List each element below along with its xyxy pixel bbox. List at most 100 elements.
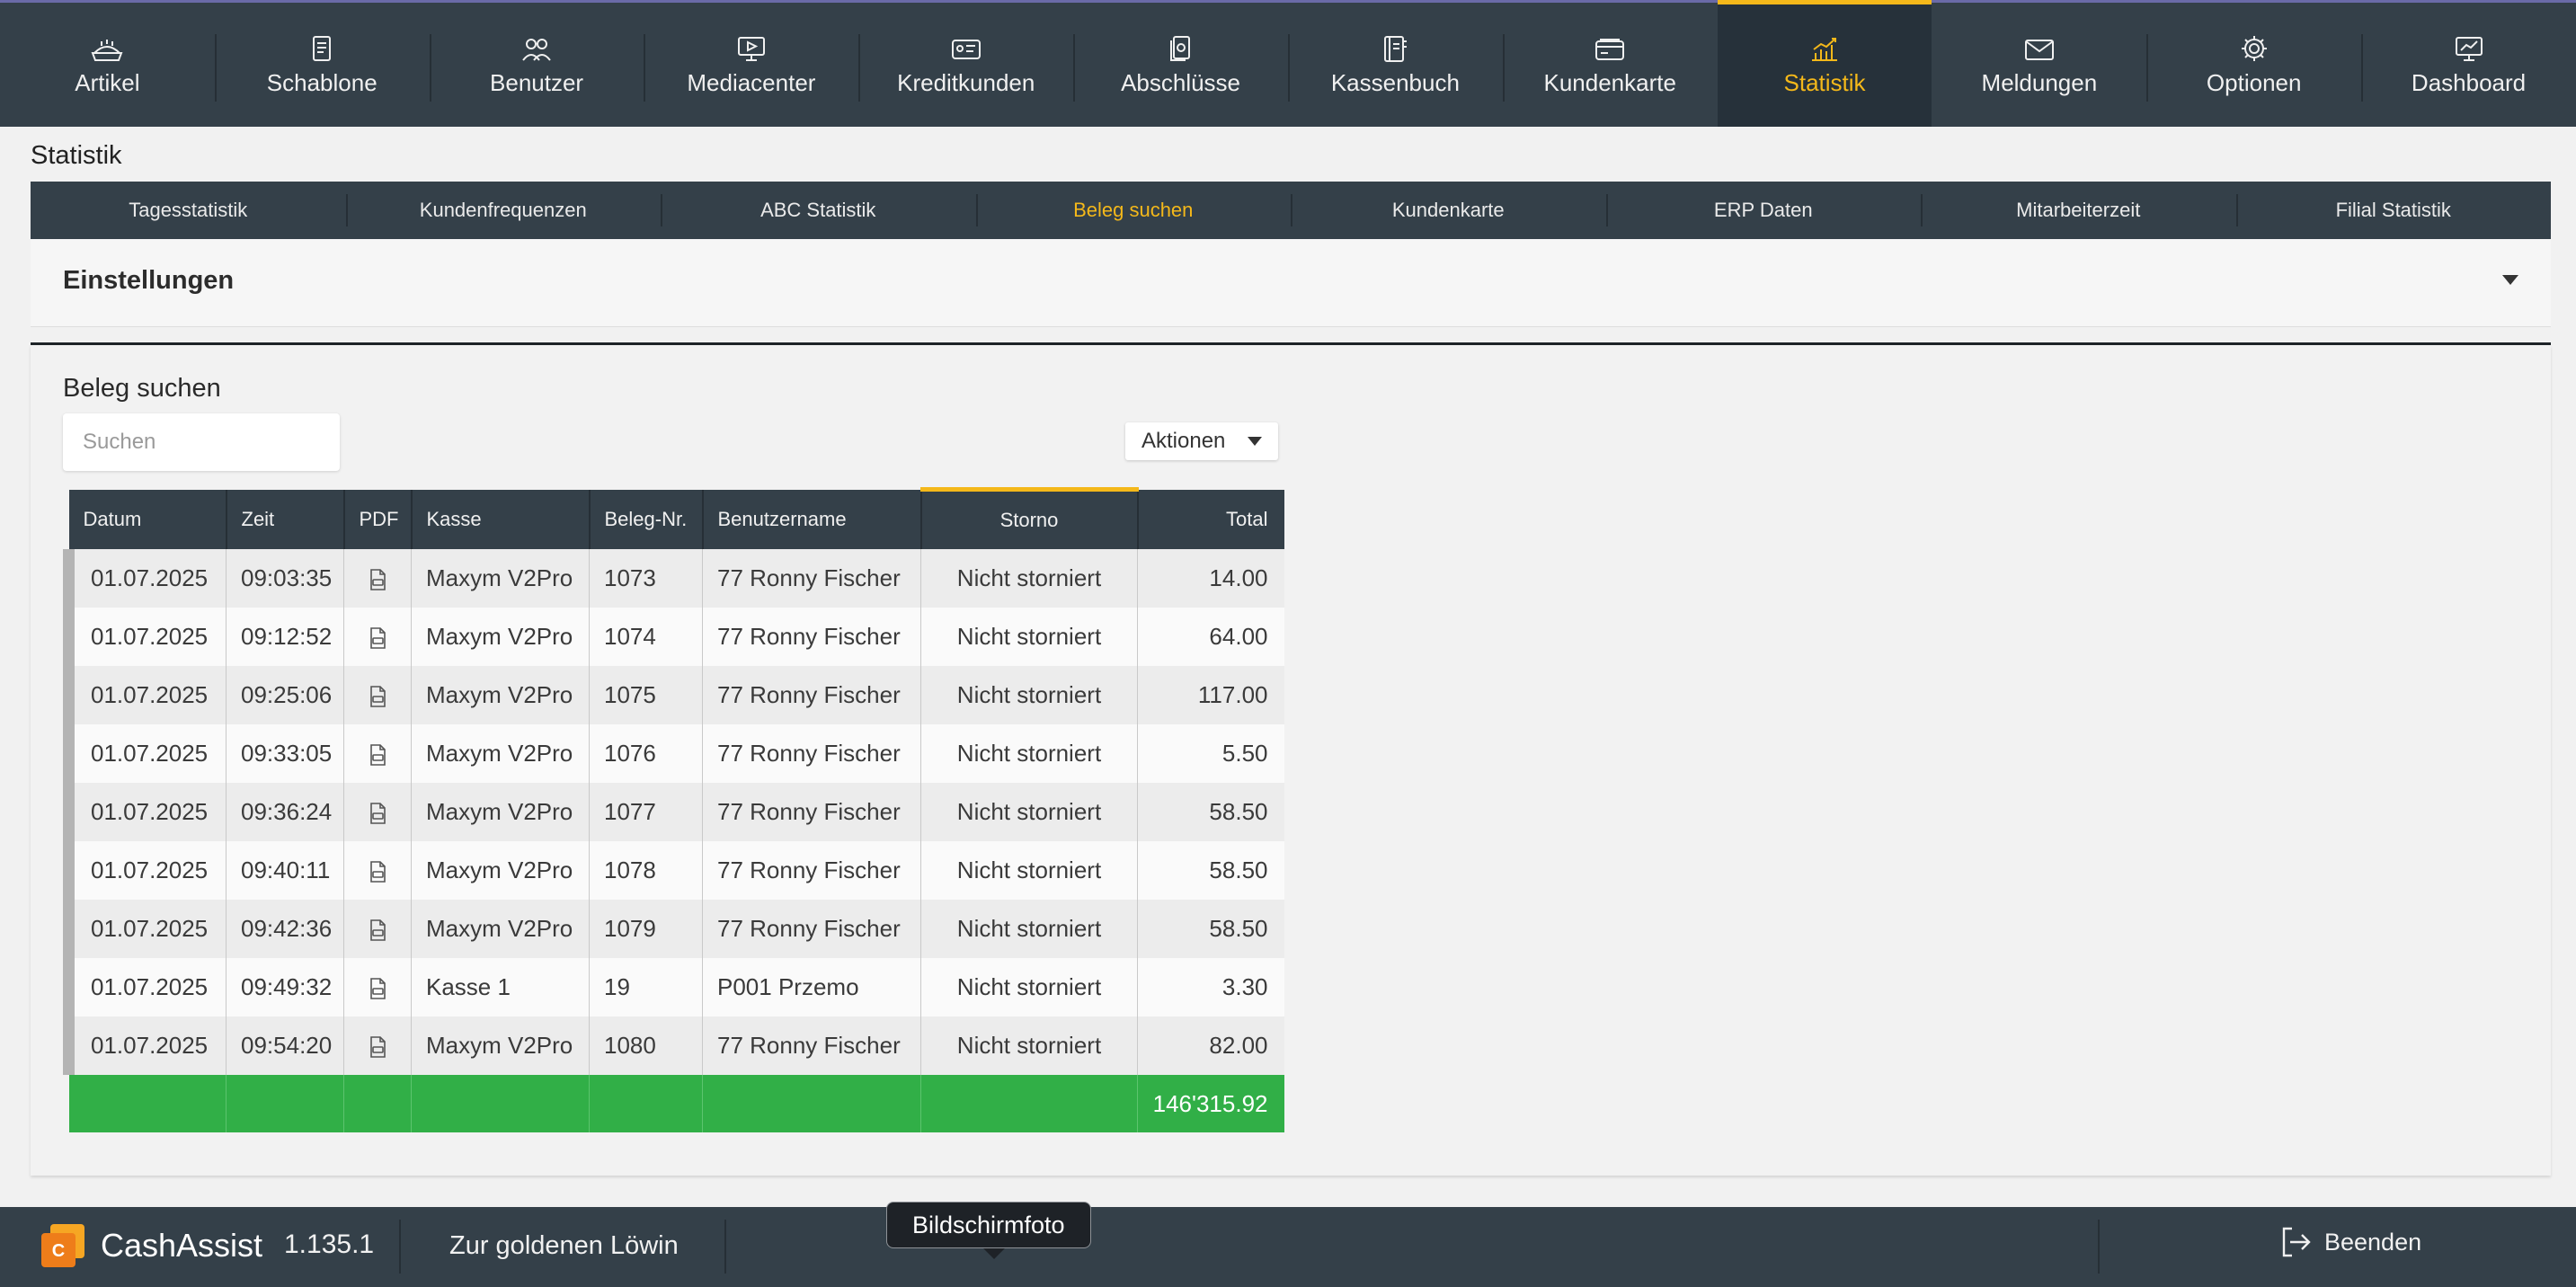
pdf-icon[interactable] — [343, 666, 412, 724]
documents-icon — [1163, 33, 1199, 64]
table-row[interactable]: 01.07.2025 09:40:11 Maxym V2Pro 1078 77 Ronn… — [63, 841, 1284, 900]
nav-item-artikel[interactable]: Artikel — [0, 3, 215, 127]
nav-item-label: Schablone — [266, 68, 378, 96]
pdf-icon[interactable] — [343, 783, 412, 841]
table-row[interactable]: 01.07.2025 09:12:52 Maxym V2Pro 1074 77 Ronn… — [63, 608, 1284, 666]
tab-tagesstatistik[interactable]: Tagesstatistik — [31, 182, 346, 239]
table-row[interactable]: 01.07.2025 09:54:20 Maxym V2Pro 1080 77 Ronn… — [63, 1016, 1284, 1075]
caret-down-icon — [1248, 437, 1262, 446]
nav-item-schablone[interactable]: Schablone — [214, 3, 430, 127]
svg-text:C: C — [52, 1241, 65, 1261]
nav-item-abschlüsse[interactable]: Abschlüsse — [1073, 3, 1288, 127]
cell-date: 01.07.2025 — [63, 724, 227, 783]
nav-item-benutzer[interactable]: Benutzer — [429, 3, 644, 127]
column-header-storno[interactable]: Storno — [919, 487, 1138, 549]
cell-storno: Nicht storniert — [920, 958, 1138, 1016]
table-row[interactable]: 01.07.2025 09:42:36 Maxym V2Pro 1079 77 Ronn… — [63, 900, 1284, 958]
exit-button[interactable]: Beenden — [2279, 1225, 2421, 1259]
cell-time: 09:33:05 — [226, 724, 344, 783]
total-empty-cell — [343, 1075, 412, 1132]
column-header-kasse[interactable]: Kasse — [410, 489, 590, 549]
tab-beleg-suchen[interactable]: Beleg suchen — [975, 182, 1292, 239]
receipts-table: Datum Zeit PDF Kasse Beleg-Nr. Benutzername St… — [63, 487, 1284, 1132]
cell-date: 01.07.2025 — [63, 783, 227, 841]
nav-item-label: Meldungen — [1981, 68, 2098, 96]
wallet-card-icon — [1592, 33, 1628, 64]
column-header-benutzername[interactable]: Benutzername — [701, 489, 921, 549]
cell-user: 77 Ronny Fischer — [702, 841, 921, 900]
nav-item-kreditkunden[interactable]: Kreditkunden — [858, 3, 1073, 127]
cashassist-logo-icon: C — [41, 1224, 84, 1267]
column-header-pdf[interactable]: PDF — [342, 489, 412, 549]
pdf-icon[interactable] — [343, 958, 412, 1016]
pdf-icon[interactable] — [343, 608, 412, 666]
cell-date: 01.07.2025 — [63, 666, 227, 724]
tab-filial-statistik[interactable]: Filial Statistik — [2235, 182, 2552, 239]
tab-kundenfrequenzen[interactable]: Kundenfrequenzen — [345, 182, 662, 239]
gear-icon — [2236, 33, 2272, 64]
table-row[interactable]: 01.07.2025 09:33:05 Maxym V2Pro 1076 77 Ronn… — [63, 724, 1284, 783]
nav-item-kassenbuch[interactable]: Kassenbuch — [1287, 3, 1503, 127]
pdf-icon[interactable] — [343, 900, 412, 958]
pdf-icon[interactable] — [343, 724, 412, 783]
cell-receipt-no: 19 — [589, 958, 703, 1016]
cell-user: 77 Ronny Fischer — [702, 900, 921, 958]
footer-separator — [2098, 1220, 2100, 1274]
column-header-datum[interactable]: Datum — [68, 489, 227, 549]
chart-icon — [1807, 33, 1843, 64]
cell-register: Maxym V2Pro — [411, 900, 590, 958]
tab-erp-daten[interactable]: ERP Daten — [1605, 182, 1922, 239]
tab-kundenkarte[interactable]: Kundenkarte — [1291, 182, 1606, 239]
search-input[interactable] — [63, 413, 340, 471]
pdf-icon[interactable] — [343, 549, 412, 608]
footer-separator — [399, 1220, 401, 1274]
actions-dropdown[interactable]: Aktionen — [1125, 422, 1278, 460]
cell-storno: Nicht storniert — [920, 1016, 1138, 1075]
tooltip-arrow — [983, 1248, 1005, 1259]
cell-receipt-no: 1073 — [589, 549, 703, 608]
cell-user: 77 Ronny Fischer — [702, 1016, 921, 1075]
caret-down-icon[interactable] — [2502, 275, 2518, 285]
nav-item-optionen[interactable]: Optionen — [2146, 3, 2361, 127]
tab-mitarbeiterzeit[interactable]: Mitarbeiterzeit — [1921, 182, 2236, 239]
nav-item-label: Mediacenter — [687, 68, 816, 96]
cell-register: Maxym V2Pro — [411, 1016, 590, 1075]
cell-total: 14.00 — [1137, 549, 1284, 608]
cell-time: 09:42:36 — [226, 900, 344, 958]
column-header-zeit[interactable]: Zeit — [225, 489, 344, 549]
cell-date: 01.07.2025 — [63, 958, 227, 1016]
pdf-icon[interactable] — [343, 841, 412, 900]
exit-label: Beenden — [2324, 1228, 2422, 1256]
cash-book-icon — [1377, 33, 1413, 64]
nav-item-label: Dashboard — [2411, 68, 2527, 96]
table-row[interactable]: 01.07.2025 09:49:32 Kasse 1 19 P001 Przemo Ni… — [63, 958, 1284, 1016]
pdf-icon[interactable] — [343, 1016, 412, 1075]
nav-item-dashboard[interactable]: Dashboard — [2361, 3, 2576, 127]
cell-storno: Nicht storniert — [920, 666, 1138, 724]
total-empty-cell — [920, 1075, 1138, 1132]
nav-item-label: Kundenkarte — [1543, 68, 1676, 96]
cell-register: Maxym V2Pro — [411, 724, 590, 783]
cell-user: 77 Ronny Fischer — [702, 549, 921, 608]
cell-user: 77 Ronny Fischer — [702, 608, 921, 666]
cell-date: 01.07.2025 — [63, 1016, 227, 1075]
column-header-beleg-nr[interactable]: Beleg-Nr. — [588, 489, 703, 549]
nav-item-meldungen[interactable]: Meldungen — [1932, 3, 2146, 127]
table-row[interactable]: 01.07.2025 09:25:06 Maxym V2Pro 1075 77 Ronn… — [63, 666, 1284, 724]
tab-abc-statistik[interactable]: ABC Statistik — [661, 182, 976, 239]
nav-item-label: Kassenbuch — [1330, 68, 1460, 96]
table-row[interactable]: 01.07.2025 09:03:35 Maxym V2Pro 1073 77 Ronn… — [63, 549, 1284, 608]
settings-panel[interactable]: Einstellungen — [31, 239, 2551, 327]
total-row: 146'315.92 — [68, 1075, 1284, 1132]
table-row[interactable]: 01.07.2025 09:36:24 Maxym V2Pro 1077 77 Ronn… — [63, 783, 1284, 841]
nav-item-statistik[interactable]: Statistik — [1717, 0, 1932, 127]
cell-receipt-no: 1076 — [589, 724, 703, 783]
nav-item-mediacenter[interactable]: Mediacenter — [644, 3, 858, 127]
store-name: Zur goldenen Löwin — [449, 1231, 679, 1260]
cell-time: 09:25:06 — [226, 666, 344, 724]
grand-total: 146'315.92 — [1137, 1075, 1284, 1132]
column-header-total[interactable]: Total — [1136, 489, 1284, 549]
cell-storno: Nicht storniert — [920, 724, 1138, 783]
nav-item-label: Statistik — [1783, 68, 1866, 96]
nav-item-kundenkarte[interactable]: Kundenkarte — [1502, 3, 1718, 127]
